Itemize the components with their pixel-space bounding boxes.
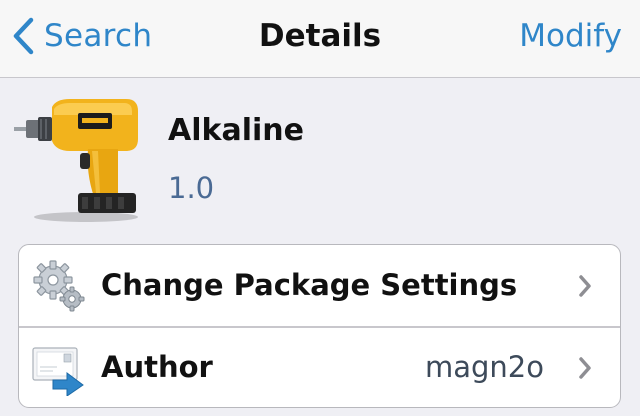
package-version: 1.0 — [168, 171, 215, 205]
package-name: Alkaline — [168, 113, 304, 148]
author-value: magn2o — [424, 350, 544, 384]
author-row[interactable]: Author magn2o — [19, 327, 620, 407]
package-options-list: Change Package Settings Author magn2o — [18, 244, 621, 408]
back-button[interactable]: Search — [12, 14, 152, 58]
navigation-bar: Search Details Modify — [0, 0, 640, 78]
chevron-right-icon — [578, 356, 592, 380]
chevron-right-icon — [578, 274, 592, 298]
mail-forward-icon — [31, 340, 87, 397]
modify-button[interactable]: Modify — [519, 14, 622, 58]
package-header: Alkaline 1.0 — [0, 79, 640, 229]
change-package-settings-label: Change Package Settings — [101, 268, 518, 302]
back-button-label: Search — [44, 18, 153, 54]
author-label: Author — [101, 350, 213, 384]
change-package-settings-row[interactable]: Change Package Settings — [19, 245, 620, 326]
power-drill-icon — [14, 93, 144, 223]
chevron-left-icon — [12, 17, 34, 55]
gears-icon — [31, 258, 87, 314]
